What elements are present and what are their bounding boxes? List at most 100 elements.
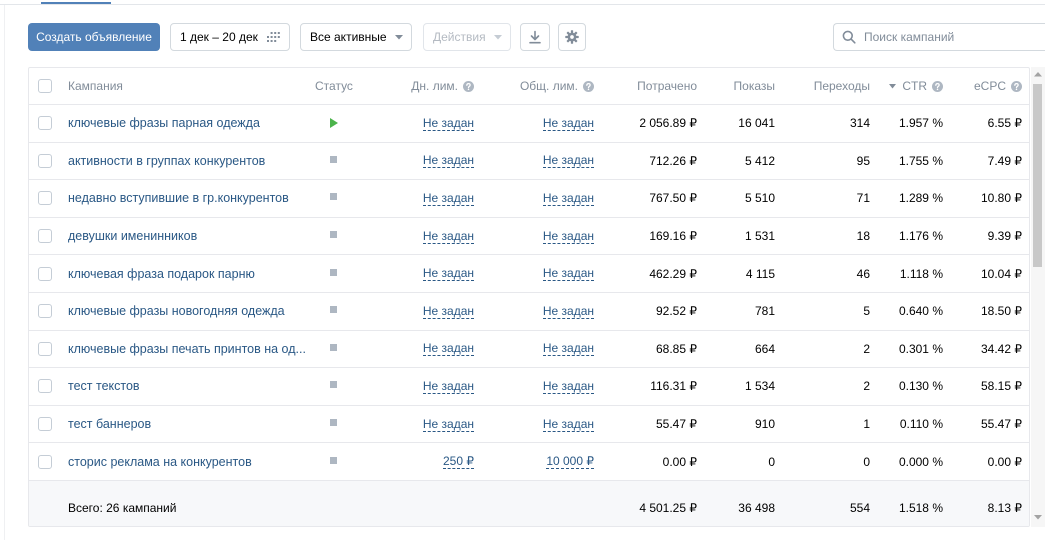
- gear-icon: [565, 30, 579, 44]
- ads-campaigns-page: Создать объявление 1 дек – 20 дек Все ак…: [0, 0, 1045, 540]
- help-icon[interactable]: [932, 80, 943, 92]
- row-checkbox[interactable]: [38, 417, 52, 432]
- total-limit-cell: Не задан: [514, 255, 594, 292]
- search-input[interactable]: [864, 24, 1039, 50]
- table-body: ключевые фразы парная одежда Не задан Не…: [29, 105, 1029, 481]
- total-limit-cell: Не задан: [514, 293, 594, 330]
- campaign-name-link[interactable]: недавно вступившие в гр.конкурентов: [68, 180, 323, 217]
- campaign-name-link[interactable]: девушки именинников: [68, 218, 323, 255]
- column-header-impressions[interactable]: Показы: [715, 68, 775, 104]
- daily-limit-link[interactable]: Не задан: [422, 191, 474, 206]
- row-checkbox[interactable]: [38, 153, 52, 168]
- campaign-name-link[interactable]: ключевые фразы новогодняя одежда: [68, 293, 323, 330]
- column-header-campaign[interactable]: Кампания: [68, 68, 123, 104]
- status-cell: [315, 368, 355, 405]
- daily-limit-link[interactable]: Не задан: [422, 266, 474, 282]
- campaign-name-link[interactable]: сторис реклама на конкурентов: [68, 443, 323, 480]
- row-checkbox[interactable]: [38, 341, 52, 356]
- total-limit-link[interactable]: Не задан: [542, 266, 594, 282]
- ecpc-value: 9.39 ₽: [987, 229, 1022, 244]
- campaign-name-link[interactable]: ключевые фразы печать принтов на од...: [68, 331, 323, 368]
- daily-limit-link[interactable]: Не задан: [422, 341, 474, 357]
- impressions-value: 16 041: [738, 116, 775, 131]
- row-checkbox[interactable]: [38, 191, 52, 206]
- scroll-up-icon[interactable]: [1034, 72, 1042, 77]
- row-checkbox[interactable]: [38, 116, 52, 131]
- column-header-ctr[interactable]: CTR: [875, 68, 943, 104]
- help-icon[interactable]: [583, 80, 594, 92]
- scroll-down-icon[interactable]: [1034, 515, 1042, 520]
- table-totals-row: Всего: 26 кампаний 4 501.25 ₽ 36 498 554…: [29, 480, 1029, 526]
- ecpc-value: 10.80 ₽: [981, 191, 1022, 206]
- settings-button[interactable]: [558, 23, 586, 51]
- total-limit-link[interactable]: Не задан: [542, 191, 594, 206]
- daily-limit-cell: Не задан: [404, 143, 474, 180]
- ctr-value: 1.289 %: [898, 191, 943, 206]
- row-checkbox[interactable]: [38, 454, 52, 469]
- help-icon[interactable]: [463, 80, 474, 92]
- page-left-border: [4, 5, 5, 540]
- column-header-total-limit[interactable]: Общ. лим.: [514, 68, 594, 104]
- daily-limit-link[interactable]: Не задан: [422, 116, 474, 131]
- impressions-value: 1 534: [744, 379, 775, 394]
- totals-ecpc: 8.13 ₽: [987, 500, 1022, 515]
- total-limit-link[interactable]: Не задан: [542, 153, 594, 169]
- status-filter-dropdown[interactable]: Все активные: [300, 23, 412, 51]
- scrollbar-thumb[interactable]: [1033, 84, 1042, 267]
- clicks-value: 1: [863, 417, 870, 432]
- column-header-status[interactable]: Статус: [315, 68, 355, 104]
- spent-value: 92.52 ₽: [656, 304, 697, 319]
- status-cell: [315, 331, 355, 368]
- column-header-ecpc-label: eCPC: [973, 79, 1006, 93]
- spent-value: 169.16 ₽: [649, 229, 697, 244]
- column-header-clicks[interactable]: Переходы: [795, 68, 870, 104]
- daily-limit-link[interactable]: Не задан: [422, 417, 474, 432]
- ctr-value: 0.130 %: [898, 379, 943, 394]
- row-checkbox[interactable]: [38, 266, 52, 281]
- total-limit-link[interactable]: Не задан: [542, 229, 594, 244]
- total-limit-link[interactable]: Не задан: [542, 379, 594, 394]
- select-all-checkbox[interactable]: [38, 79, 52, 93]
- row-checkbox[interactable]: [38, 379, 52, 394]
- table-scrollbar[interactable]: [1031, 67, 1045, 527]
- daily-limit-cell: Не задан: [404, 331, 474, 368]
- campaign-name-link[interactable]: ключевая фраза подарок парню: [68, 255, 323, 292]
- clicks-value: 46: [856, 266, 870, 281]
- daily-limit-link[interactable]: Не задан: [422, 229, 474, 244]
- search-icon: [842, 30, 856, 44]
- campaign-name-link[interactable]: активности в группах конкурентов: [68, 143, 323, 180]
- total-limit-link[interactable]: 10 000 ₽: [546, 454, 594, 470]
- daily-limit-link[interactable]: 250 ₽: [443, 454, 474, 470]
- table-row: активности в группах конкурентов Не зада…: [29, 143, 1029, 181]
- column-header-spent[interactable]: Потрачено: [617, 68, 697, 104]
- active-tab-indicator: [41, 2, 111, 4]
- total-limit-link[interactable]: Не задан: [542, 341, 594, 357]
- impressions-value: 5 510: [744, 191, 775, 206]
- daily-limit-link[interactable]: Не задан: [422, 304, 474, 319]
- daily-limit-link[interactable]: Не задан: [422, 379, 474, 394]
- table-row: сторис реклама на конкурентов 250 ₽ 10 0…: [29, 443, 1029, 481]
- column-header-daily-limit[interactable]: Дн. лим.: [404, 68, 474, 104]
- create-ad-button[interactable]: Создать объявление: [28, 23, 160, 51]
- export-button[interactable]: [520, 23, 550, 51]
- daily-limit-link[interactable]: Не задан: [422, 153, 474, 169]
- column-header-ecpc[interactable]: eCPC: [959, 68, 1022, 104]
- row-checkbox[interactable]: [38, 304, 52, 319]
- clicks-value: 95: [856, 153, 870, 168]
- daily-limit-cell: Не задан: [404, 406, 474, 443]
- clicks-value: 314: [849, 116, 870, 131]
- total-limit-link[interactable]: Не задан: [542, 304, 594, 319]
- campaign-name-link[interactable]: тест текстов: [68, 368, 323, 405]
- campaign-name-link[interactable]: ключевые фразы парная одежда: [68, 105, 323, 142]
- actions-dropdown[interactable]: Действия: [423, 23, 511, 51]
- campaign-name-link[interactable]: тест баннеров: [68, 406, 323, 443]
- status-cell: [315, 180, 355, 217]
- campaign-search: [833, 23, 1045, 51]
- help-icon[interactable]: [1011, 80, 1022, 92]
- row-checkbox[interactable]: [38, 229, 52, 244]
- total-limit-link[interactable]: Не задан: [542, 417, 594, 432]
- table-row: ключевая фраза подарок парню Не задан Не…: [29, 255, 1029, 293]
- date-range-picker[interactable]: 1 дек – 20 дек: [170, 23, 290, 51]
- daily-limit-cell: Не задан: [404, 293, 474, 330]
- total-limit-link[interactable]: Не задан: [542, 116, 594, 131]
